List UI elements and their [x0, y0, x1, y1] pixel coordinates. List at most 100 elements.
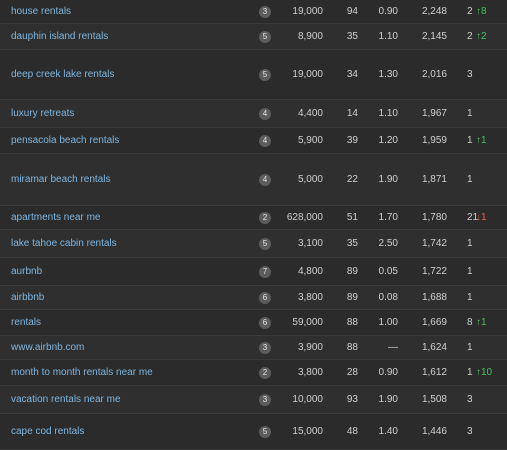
- volume-cell: 3,800: [297, 292, 323, 303]
- cpc-cell: 89: [346, 292, 358, 303]
- position-change-cell: ↑1: [476, 317, 487, 328]
- competition-cell: 1.30: [378, 69, 398, 80]
- position-cell: 1: [467, 367, 473, 378]
- position-cell: 3: [467, 69, 473, 80]
- kd-badge: 5: [259, 426, 271, 438]
- table-row[interactable]: lake tahoe cabin rentals 5 3,100 35 2.50 1,74…: [0, 230, 507, 258]
- keyword-link[interactable]: www.airbnb.com: [11, 342, 84, 354]
- keyword-link[interactable]: cape cod rentals: [11, 426, 84, 438]
- volume-cell: 4,800: [297, 266, 323, 277]
- keyword-link[interactable]: vacation rentals near me: [11, 394, 121, 406]
- results-cell: 1,967: [421, 108, 447, 119]
- keyword-link[interactable]: house rentals: [11, 6, 71, 18]
- results-cell: 1,612: [421, 367, 447, 378]
- keyword-link[interactable]: deep creek lake rentals: [11, 69, 114, 81]
- results-cell: 2,016: [421, 69, 447, 80]
- kd-badge: 3: [259, 6, 271, 18]
- table-row[interactable]: luxury retreats 4 4,400 14 1.10 1,967 1: [0, 100, 507, 128]
- cpc-cell: 28: [346, 367, 358, 378]
- kd-badge: 6: [259, 317, 271, 329]
- volume-cell: 5,900: [297, 135, 323, 146]
- table-row[interactable]: rentals 6 59,000 88 1.00 1,669 8 ↑1: [0, 310, 507, 336]
- table-row[interactable]: airbbnb 6 3,800 89 0.08 1,688 1: [0, 286, 507, 310]
- results-cell: 1,508: [421, 394, 447, 405]
- kd-badge: 3: [259, 394, 271, 406]
- cpc-cell: 35: [346, 31, 358, 42]
- keyword-link[interactable]: month to month rentals near me: [11, 367, 153, 379]
- volume-cell: 3,900: [297, 342, 323, 353]
- competition-cell: 1.90: [378, 394, 398, 405]
- table-row[interactable]: house rentals 3 19,000 94 0.90 2,248 2 ↑8: [0, 0, 507, 24]
- results-cell: 1,722: [421, 266, 447, 277]
- position-cell: 1: [467, 342, 473, 353]
- position-cell: 1: [467, 135, 473, 146]
- competition-cell: 1.00: [378, 317, 398, 328]
- competition-cell: 0.08: [378, 292, 398, 303]
- keyword-link[interactable]: pensacola beach rentals: [11, 135, 119, 147]
- cpc-cell: 93: [346, 394, 358, 405]
- keyword-link[interactable]: rentals: [11, 317, 41, 329]
- position-cell: 8: [467, 317, 473, 328]
- keyword-link[interactable]: miramar beach rentals: [11, 174, 110, 186]
- volume-cell: 10,000: [292, 394, 323, 405]
- table-row[interactable]: apartments near me 2 628,000 51 1.70 1,780 21 ↓…: [0, 206, 507, 230]
- cpc-cell: 94: [346, 6, 358, 17]
- cpc-cell: 89: [346, 266, 358, 277]
- competition-cell: 1.10: [378, 108, 398, 119]
- table-row[interactable]: dauphin island rentals 5 8,900 35 1.10 2,145 2…: [0, 24, 507, 50]
- results-cell: 2,145: [421, 31, 447, 42]
- competition-cell: 1.20: [378, 135, 398, 146]
- competition-cell: —: [388, 342, 398, 353]
- results-cell: 1,669: [421, 317, 447, 328]
- keyword-link[interactable]: aurbnb: [11, 266, 42, 278]
- position-cell: 3: [467, 426, 473, 437]
- kd-badge: 3: [259, 342, 271, 354]
- keyword-link[interactable]: apartments near me: [11, 212, 101, 224]
- cpc-cell: 48: [346, 426, 358, 437]
- position-change-cell: ↑8: [476, 6, 487, 17]
- competition-cell: 1.10: [378, 31, 398, 42]
- keyword-link[interactable]: airbbnb: [11, 292, 44, 304]
- position-cell: 1: [467, 238, 473, 249]
- competition-cell: 0.05: [378, 266, 398, 277]
- kd-badge: 2: [259, 367, 271, 379]
- keyword-link[interactable]: dauphin island rentals: [11, 31, 108, 43]
- table-row[interactable]: www.airbnb.com 3 3,900 88 — 1,624 1: [0, 336, 507, 360]
- competition-cell: 0.90: [378, 6, 398, 17]
- results-cell: 1,624: [421, 342, 447, 353]
- position-cell: 2: [467, 6, 473, 17]
- volume-cell: 3,800: [297, 367, 323, 378]
- table-row[interactable]: deep creek lake rentals 5 19,000 34 1.30 2,01…: [0, 50, 507, 100]
- volume-cell: 8,900: [297, 31, 323, 42]
- competition-cell: 1.40: [378, 426, 398, 437]
- table-row[interactable]: cape cod rentals 5 15,000 48 1.40 1,446 3: [0, 414, 507, 450]
- table-row[interactable]: vacation rentals near me 3 10,000 93 1.90 1,5…: [0, 386, 507, 414]
- keyword-link[interactable]: lake tahoe cabin rentals: [11, 238, 117, 250]
- kd-badge: 4: [259, 108, 271, 120]
- kd-badge: 7: [259, 266, 271, 278]
- cpc-cell: 88: [346, 342, 358, 353]
- keyword-table: house rentals 3 19,000 94 0.90 2,248 2 ↑8 dauphi…: [0, 0, 507, 450]
- volume-cell: 4,400: [297, 108, 323, 119]
- position-cell: 3: [467, 394, 473, 405]
- table-row[interactable]: pensacola beach rentals 4 5,900 39 1.20 1,959…: [0, 128, 507, 154]
- cpc-cell: 88: [346, 317, 358, 328]
- results-cell: 1,688: [421, 292, 447, 303]
- competition-cell: 1.70: [378, 212, 398, 223]
- kd-badge: 5: [259, 31, 271, 43]
- volume-cell: 15,000: [292, 426, 323, 437]
- position-cell: 1: [467, 174, 473, 185]
- volume-cell: 3,100: [297, 238, 323, 249]
- results-cell: 1,742: [421, 238, 447, 249]
- cpc-cell: 39: [346, 135, 358, 146]
- cpc-cell: 22: [346, 174, 358, 185]
- table-row[interactable]: aurbnb 7 4,800 89 0.05 1,722 1: [0, 258, 507, 286]
- results-cell: 1,959: [421, 135, 447, 146]
- competition-cell: 0.90: [378, 367, 398, 378]
- table-row[interactable]: month to month rentals near me 2 3,800 28 0.…: [0, 360, 507, 386]
- cpc-cell: 51: [346, 212, 358, 223]
- volume-cell: 19,000: [292, 6, 323, 17]
- table-row[interactable]: miramar beach rentals 4 5,000 22 1.90 1,871 1: [0, 154, 507, 206]
- results-cell: 1,446: [421, 426, 447, 437]
- keyword-link[interactable]: luxury retreats: [11, 108, 74, 120]
